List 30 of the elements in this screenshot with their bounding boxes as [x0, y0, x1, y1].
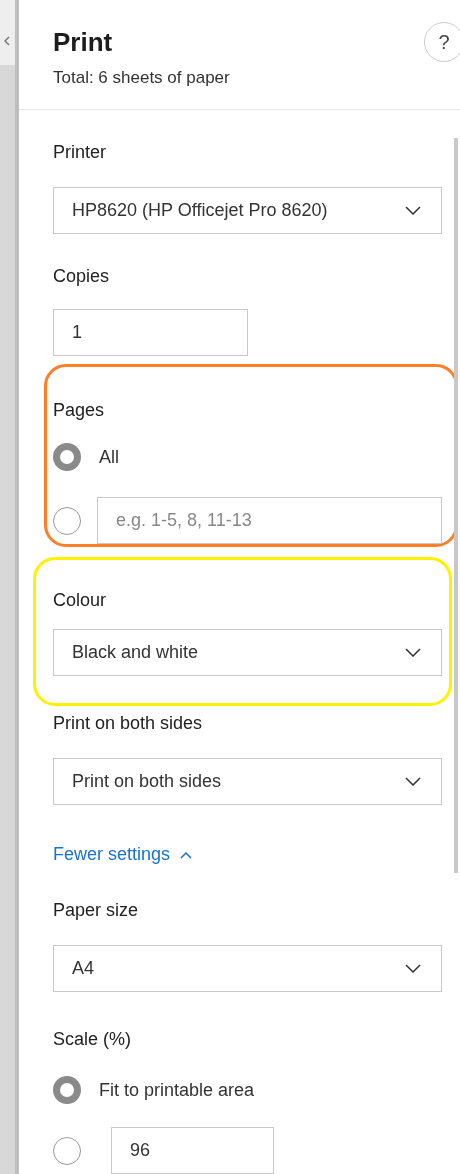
section-label: Copies — [53, 265, 111, 287]
radio-label: Fit to printable area — [99, 1079, 255, 1101]
radio-label: All — [99, 446, 119, 468]
section-label: Printer — [53, 141, 107, 163]
sheet-total: Total: 6 sheets of paper — [53, 68, 230, 88]
chevron-left-icon[interactable] — [4, 36, 10, 46]
section-label: Print on both sides — [53, 712, 204, 734]
dropdown[interactable]: HP8620 (HP Officejet Pro 8620) — [53, 187, 442, 234]
radio-button[interactable] — [53, 506, 81, 535]
section-label: Pages — [53, 399, 106, 421]
radio-button[interactable] — [53, 1076, 81, 1104]
scrollbar[interactable] — [454, 138, 458, 873]
copies-field[interactable]: 1 — [53, 309, 248, 356]
section-label: Colour — [53, 589, 108, 611]
scale-field[interactable]: 96 — [111, 1127, 274, 1174]
chevron-down-icon — [405, 206, 421, 215]
radio-button[interactable] — [53, 443, 81, 471]
help-button[interactable]: ? — [424, 22, 460, 62]
page-range-field[interactable]: e.g. 1-5, 8, 11-13 — [97, 497, 442, 544]
radio-button[interactable] — [53, 1136, 81, 1165]
section-label: Paper size — [53, 899, 140, 921]
chevron-down-icon — [405, 648, 421, 657]
dropdown[interactable]: Black and white — [53, 629, 442, 676]
dialog-title: Print — [53, 27, 114, 58]
chevron-down-icon — [405, 777, 421, 786]
dropdown[interactable]: Print on both sides — [53, 758, 442, 805]
dropdown[interactable]: A4 — [53, 945, 442, 992]
chevron-down-icon — [405, 964, 421, 973]
section-label: Scale (%) — [53, 1028, 133, 1050]
fewer-settings-link[interactable]: Fewer settings — [53, 844, 193, 865]
